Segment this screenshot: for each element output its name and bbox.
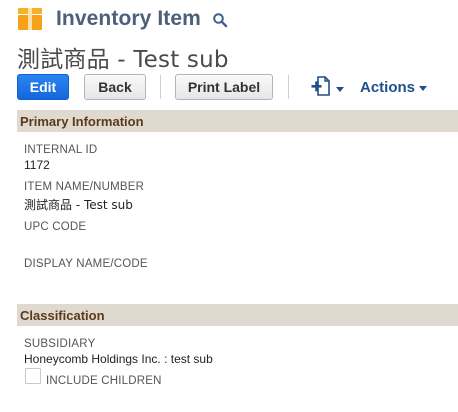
section-header-primary-information[interactable]: Primary Information [17,110,458,132]
internal-id-label: INTERNAL ID [24,144,98,156]
subsidiary-value: Honeycomb Holdings Inc. : test sub [24,352,213,366]
display-name-label: DISPLAY NAME/CODE [24,258,148,270]
section-header-classification[interactable]: Classification [17,304,458,326]
toolbar-divider [288,75,289,99]
record-toolbar: Edit Back Print Label Actions [17,74,447,100]
actions-menu[interactable]: Actions [360,79,428,96]
toolbar-divider [160,75,161,99]
record-title: 測試商品 - Test sub [17,47,229,73]
internal-id-value: 1172 [24,158,50,172]
search-icon[interactable] [212,12,228,28]
include-children-label: INCLUDE CHILDREN [46,375,162,387]
page-type-title: Inventory Item [56,7,201,30]
edit-button[interactable]: Edit [17,74,69,100]
subsidiary-label: SUBSIDIARY [24,338,96,350]
item-name-value: 測試商品 - Test sub [24,198,133,212]
new-document-icon [311,75,333,101]
include-children-checkbox[interactable] [25,368,41,384]
actions-label: Actions [360,79,416,96]
back-button[interactable]: Back [84,74,146,100]
print-label-button[interactable]: Print Label [175,74,273,100]
chevron-down-icon [336,86,344,92]
item-name-label: ITEM NAME/NUMBER [24,181,145,193]
chevron-down-icon [419,86,428,91]
inventory-box-icon [18,8,42,30]
page-header: Inventory Item [18,6,228,32]
upc-code-label: UPC CODE [24,221,87,233]
new-document-menu[interactable] [311,75,347,101]
